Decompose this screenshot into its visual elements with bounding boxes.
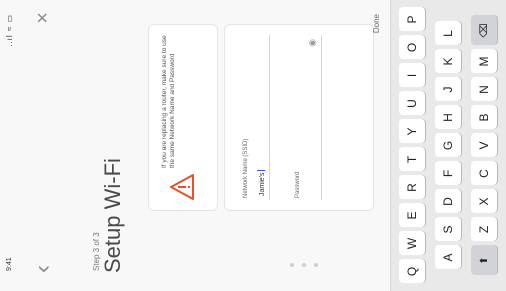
ssid-label: Network Name (SSID) [243, 138, 249, 198]
key-j[interactable]: J [435, 77, 461, 102]
key-m[interactable]: M [471, 49, 497, 74]
key-y[interactable]: Y [399, 119, 425, 144]
wifi-form: Network Name (SSID) Jamie's Password ◉ [224, 24, 374, 211]
delete-icon[interactable]: ⌫ [471, 15, 497, 46]
password-label: Password [295, 171, 301, 198]
key-f[interactable]: F [435, 161, 461, 186]
key-t[interactable]: T [399, 147, 425, 172]
key-n[interactable]: N [471, 77, 497, 102]
key-c[interactable]: C [471, 161, 497, 186]
key-e[interactable]: E [399, 203, 425, 228]
status-icons: ..ıl ≈ ▭ [5, 14, 14, 47]
page-dots [40, 245, 340, 281]
warning-text: If you are replacing a router, make sure… [161, 35, 176, 168]
warning-icon [170, 174, 194, 200]
text-caret [257, 170, 265, 172]
key-k[interactable]: K [435, 49, 461, 74]
close-icon[interactable]: × [30, 12, 56, 24]
key-d[interactable]: D [435, 189, 461, 214]
keyboard-row-1: QWERTYUIOP [399, 0, 429, 291]
key-u[interactable]: U [399, 91, 425, 116]
eye-icon[interactable]: ◉ [307, 39, 318, 47]
password-field[interactable]: ◉ [305, 35, 322, 200]
keyboard: QWERTYUIOP ASDFGHJKL ⬆ Z X C V B N M ⌫ [390, 0, 506, 291]
key-w[interactable]: W [399, 231, 425, 256]
phone-screen: 9:41 ..ıl ≈ ▭ ‹ × Step 3 of 3 Setup Wi-F… [0, 0, 506, 291]
warning-card: If you are replacing a router, make sure… [148, 24, 218, 211]
page-dot [302, 263, 306, 267]
status-time: 9:41 [6, 257, 13, 271]
done-button[interactable]: Done [372, 14, 381, 33]
key-h[interactable]: H [435, 105, 461, 130]
key-z[interactable]: Z [471, 217, 497, 242]
key-g[interactable]: G [435, 133, 461, 158]
ssid-value: Jamie's [257, 170, 266, 196]
key-o[interactable]: O [399, 35, 425, 60]
page-dot [314, 263, 318, 267]
key-b[interactable]: B [471, 105, 497, 130]
key-i[interactable]: I [399, 63, 425, 88]
status-bar: 9:41 ..ıl ≈ ▭ [0, 0, 22, 291]
key-q[interactable]: Q [399, 259, 425, 284]
keyboard-row-2: ASDFGHJKL [435, 0, 465, 291]
key-r[interactable]: R [399, 175, 425, 200]
screen: 9:41 ..ıl ≈ ▭ ‹ × Step 3 of 3 Setup Wi-F… [0, 0, 506, 291]
wifi-setup-page: 9:41 ..ıl ≈ ▭ ‹ × Step 3 of 3 Setup Wi-F… [0, 0, 390, 291]
key-p[interactable]: P [399, 7, 425, 32]
shift-icon[interactable]: ⬆ [471, 245, 497, 276]
key-s[interactable]: S [435, 217, 461, 242]
key-x[interactable]: X [471, 189, 497, 214]
key-v[interactable]: V [471, 133, 497, 158]
key-a[interactable]: A [435, 245, 461, 270]
page-dot [290, 263, 294, 267]
keyboard-row-3: ⬆ Z X C V B N M ⌫ [471, 0, 501, 291]
key-l[interactable]: L [435, 21, 461, 46]
ssid-field[interactable]: Jamie's [253, 35, 270, 200]
